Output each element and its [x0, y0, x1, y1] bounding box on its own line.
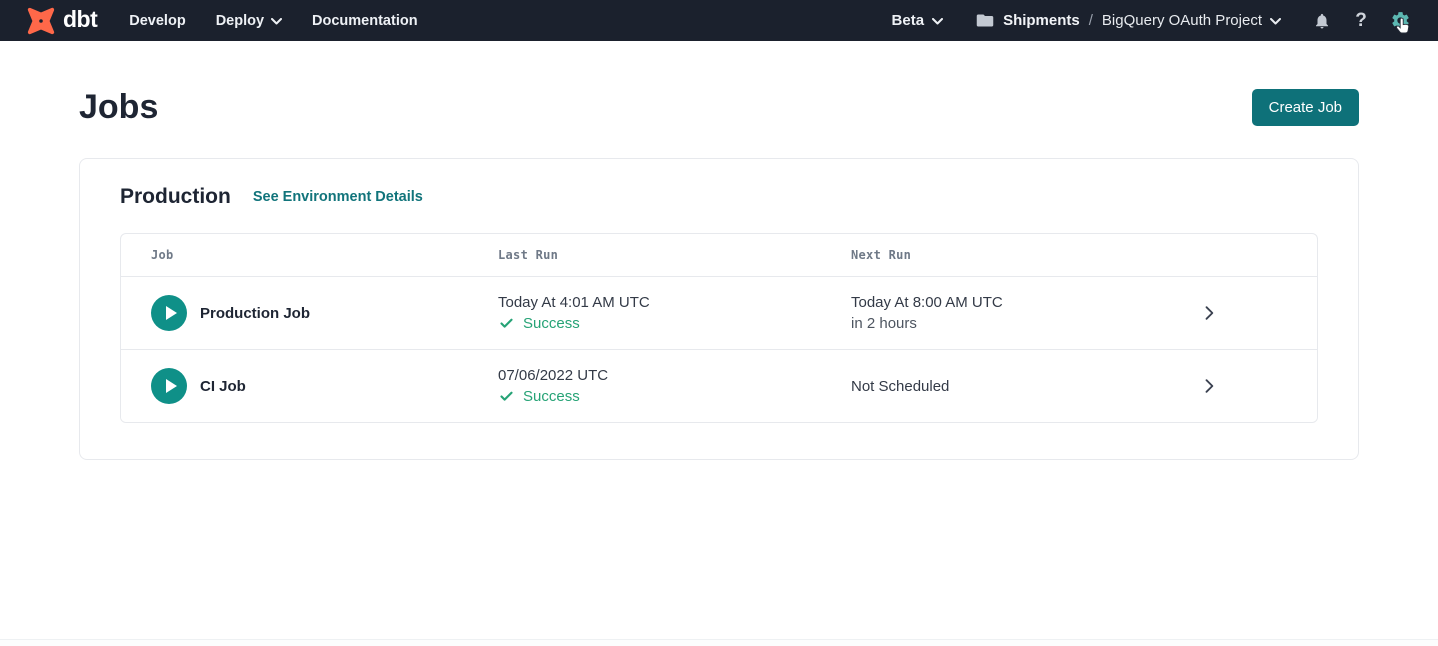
account-name: Shipments — [1003, 12, 1080, 29]
column-header-next-run: Next Run — [851, 248, 1189, 262]
run-job-button[interactable] — [151, 368, 187, 404]
nav-item-develop[interactable]: Develop — [129, 13, 185, 29]
page-title: Jobs — [79, 88, 158, 127]
check-icon — [498, 389, 515, 404]
job-name: Production Job — [200, 305, 310, 322]
project-breadcrumb: Shipments / BigQuery OAuth Project — [976, 12, 1281, 29]
project-selector[interactable]: BigQuery OAuth Project — [1102, 12, 1281, 29]
chevron-down-icon — [1270, 12, 1281, 29]
table-row-ci-job[interactable]: CI Job 07/06/2022 UTC Success Not Schedu… — [121, 349, 1317, 422]
column-header-last-run: Last Run — [498, 248, 851, 262]
nav-item-documentation-label: Documentation — [312, 13, 418, 29]
last-run-time: Today At 4:01 AM UTC — [498, 294, 851, 311]
status-badge: Success — [523, 388, 580, 405]
bell-icon — [1313, 12, 1331, 30]
next-run-time: Not Scheduled — [851, 378, 1189, 395]
environment-name: Production — [120, 185, 231, 209]
nav-item-develop-label: Develop — [129, 13, 185, 29]
help-icon: ? — [1355, 11, 1367, 30]
dbt-logo-word: dbt — [63, 8, 97, 33]
next-run-note: in 2 hours — [851, 315, 1189, 332]
chevron-right-icon[interactable] — [1199, 376, 1219, 396]
dbt-logo[interactable]: dbt — [26, 6, 97, 36]
settings-button[interactable] — [1388, 9, 1412, 33]
environment-card: Production See Environment Details Job L… — [79, 158, 1359, 460]
dbt-logo-icon — [26, 6, 56, 36]
column-header-job: Job — [151, 248, 498, 262]
create-job-button[interactable]: Create Job — [1252, 89, 1359, 126]
nav-item-deploy[interactable]: Deploy — [216, 13, 282, 29]
see-environment-details-link[interactable]: See Environment Details — [253, 189, 423, 205]
beta-dropdown[interactable]: Beta — [892, 12, 944, 29]
chevron-down-icon — [271, 13, 282, 29]
last-run-time: 07/06/2022 UTC — [498, 367, 851, 384]
job-name: CI Job — [200, 378, 246, 395]
nav-links: Develop Deploy Documentation — [129, 13, 417, 29]
notifications-button[interactable] — [1310, 9, 1334, 33]
next-run-time: Today At 8:00 AM UTC — [851, 294, 1189, 311]
top-navbar: dbt Develop Deploy Documentation Beta — [0, 0, 1438, 41]
status-badge: Success — [523, 315, 580, 332]
help-button[interactable]: ? — [1349, 9, 1373, 33]
footer-edge — [0, 639, 1438, 646]
table-row-production-job[interactable]: Production Job Today At 4:01 AM UTC Succ… — [121, 276, 1317, 349]
breadcrumb-separator: / — [1089, 12, 1093, 29]
chevron-down-icon — [932, 12, 943, 29]
check-icon — [498, 316, 515, 331]
beta-label: Beta — [892, 12, 925, 29]
run-job-button[interactable] — [151, 295, 187, 331]
project-name: BigQuery OAuth Project — [1102, 12, 1262, 29]
account-selector[interactable]: Shipments — [976, 12, 1080, 29]
main-content: Jobs Create Job Production See Environme… — [0, 88, 1438, 460]
folder-icon — [976, 13, 994, 28]
chevron-right-icon[interactable] — [1199, 303, 1219, 323]
jobs-table: Job Last Run Next Run Production Job Tod… — [120, 233, 1318, 423]
play-icon — [166, 306, 177, 320]
nav-item-deploy-label: Deploy — [216, 13, 264, 29]
nav-item-documentation[interactable]: Documentation — [312, 13, 418, 29]
gear-icon — [1390, 10, 1411, 31]
jobs-table-header: Job Last Run Next Run — [121, 234, 1317, 276]
play-icon — [166, 379, 177, 393]
